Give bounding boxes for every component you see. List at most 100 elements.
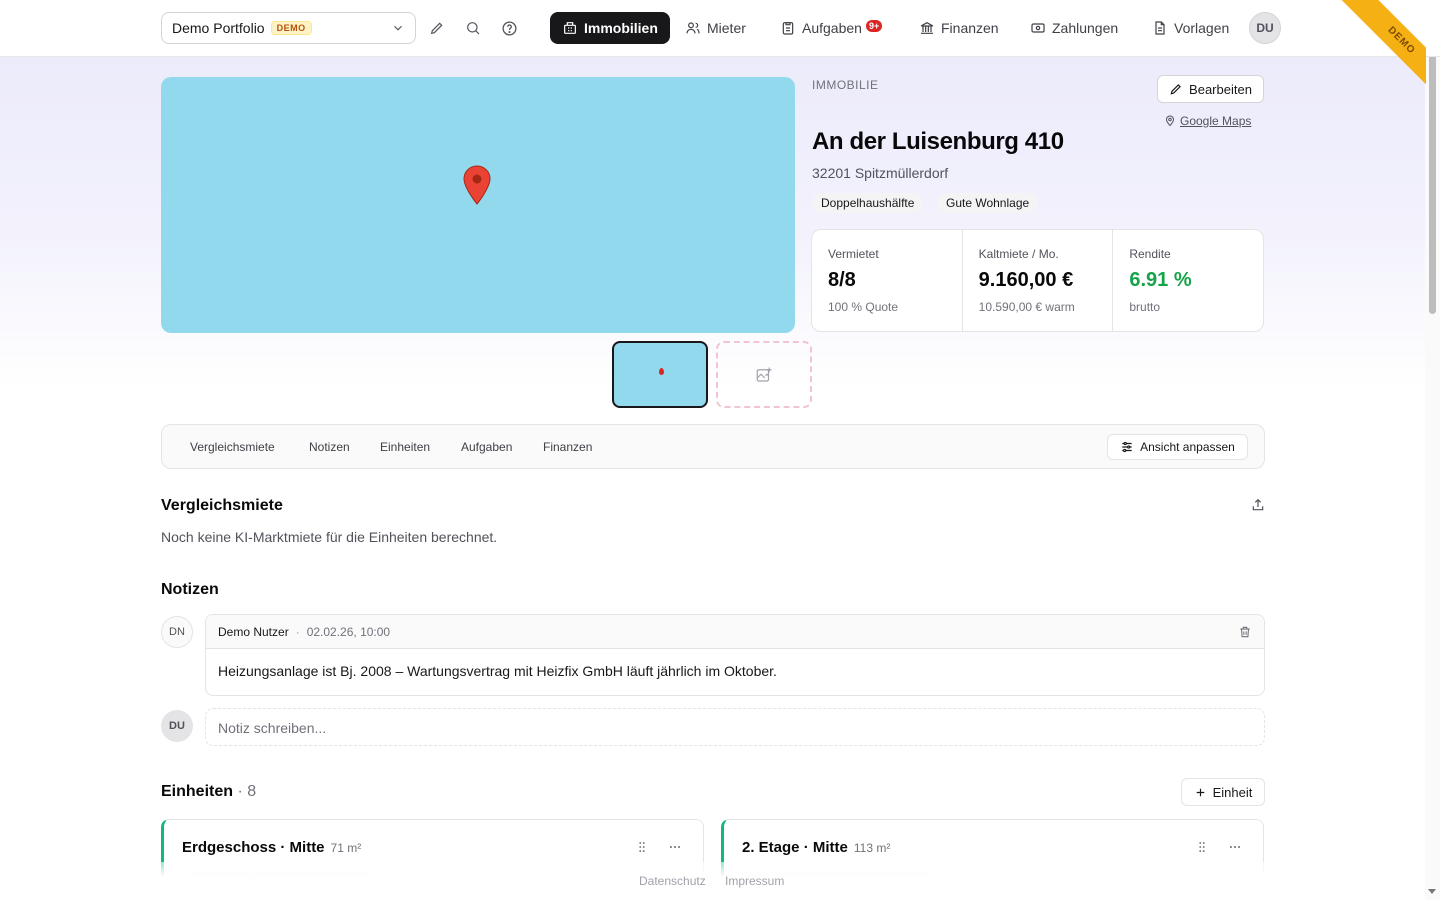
note-author: Demo Nutzer bbox=[218, 624, 289, 639]
edit-property-button[interactable]: Bearbeiten bbox=[1157, 75, 1264, 103]
search-icon[interactable] bbox=[462, 17, 484, 39]
note-header: Demo Nutzer · 02.02.26, 10:00 bbox=[206, 615, 1264, 649]
footer-link-imprint[interactable]: Impressum bbox=[725, 874, 784, 888]
stat-value: 9.160,00 € bbox=[978, 269, 1074, 291]
more-icon[interactable] bbox=[1227, 840, 1243, 854]
scroll-down-arrow-icon[interactable] bbox=[1428, 889, 1436, 894]
nav-label: Zahlungen bbox=[1052, 20, 1119, 36]
building-icon bbox=[564, 22, 576, 34]
unit-actions bbox=[1195, 840, 1243, 854]
unit-name: Erdgeschoss · Mitte bbox=[182, 839, 325, 856]
help-icon[interactable] bbox=[498, 17, 520, 39]
more-icon[interactable] bbox=[667, 840, 683, 854]
drag-handle-icon[interactable] bbox=[635, 840, 649, 854]
property-tag: Doppelhaushälfte bbox=[812, 193, 924, 213]
users-icon bbox=[686, 22, 700, 34]
bank-icon bbox=[920, 21, 934, 34]
google-maps-link[interactable]: Google Maps bbox=[1164, 114, 1251, 128]
section-tab-bar: Vergleichsmiete Notizen Einheiten Aufgab… bbox=[161, 424, 1265, 469]
nav-vorlagen[interactable]: Vorlagen bbox=[1140, 12, 1241, 44]
map-marker-icon bbox=[1165, 115, 1175, 127]
unit-name: 2. Etage · Mitte bbox=[742, 839, 848, 856]
tab-aufgaben[interactable]: Aufgaben bbox=[461, 440, 512, 454]
stat-kaltmiete: Kaltmiete / Mo. 9.160,00 € 10.590,00 € w… bbox=[963, 230, 1114, 331]
stat-sub: brutto bbox=[1129, 300, 1161, 314]
top-navigation-bar: Demo Portfolio DEMO Immobilien Mieter Au… bbox=[0, 0, 1440, 57]
footer-link-privacy[interactable]: Datenschutz bbox=[639, 874, 706, 888]
note-date: 02.02.26, 10:00 bbox=[306, 624, 391, 639]
pencil-icon[interactable] bbox=[426, 17, 448, 39]
current-user-avatar: DU bbox=[161, 710, 193, 742]
file-icon bbox=[1155, 21, 1165, 35]
nav-finanzen[interactable]: Finanzen bbox=[907, 12, 1011, 44]
property-address: 32201 Spitzmüllerdorf bbox=[812, 165, 949, 181]
property-eyebrow: IMMOBILIE bbox=[812, 78, 879, 92]
map-pin-icon bbox=[659, 368, 664, 375]
map-pin-icon bbox=[463, 165, 491, 205]
add-image-button[interactable] bbox=[716, 341, 812, 408]
nav-aufgaben[interactable]: Aufgaben 9+ bbox=[768, 12, 894, 44]
tab-einheiten[interactable]: Einheiten bbox=[380, 440, 430, 454]
note-input[interactable]: Notiz schreiben... bbox=[205, 708, 1265, 746]
google-maps-label: Google Maps bbox=[1180, 114, 1252, 128]
stat-value: 8/8 bbox=[828, 269, 856, 291]
gallery-thumbnail-map[interactable] bbox=[612, 341, 708, 408]
customize-view-label: Ansicht anpassen bbox=[1140, 440, 1235, 454]
note-card: Demo Nutzer · 02.02.26, 10:00 Heizungsan… bbox=[205, 614, 1265, 696]
nav-label: Finanzen bbox=[941, 20, 999, 36]
clipboard-icon bbox=[782, 22, 794, 35]
nav-zahlungen[interactable]: Zahlungen bbox=[1018, 12, 1130, 44]
einheiten-title: Einheiten bbox=[161, 783, 234, 800]
tab-finanzen[interactable]: Finanzen bbox=[543, 440, 592, 454]
stat-label: Kaltmiete / Mo. bbox=[978, 247, 1059, 261]
unit-actions bbox=[635, 840, 683, 854]
stat-value: 6.91 % bbox=[1129, 269, 1192, 291]
demo-ribbon-label: DEMO bbox=[1338, 0, 1426, 104]
scrollbar-thumb[interactable] bbox=[1429, 16, 1436, 314]
image-plus-icon bbox=[756, 367, 772, 382]
nav-label: Immobilien bbox=[584, 20, 658, 36]
tasks-count-badge: 9+ bbox=[865, 20, 883, 32]
unit-title: Erdgeschoss · Mitte 71 m² bbox=[182, 839, 361, 856]
demo-badge: DEMO bbox=[270, 21, 312, 35]
nav-label: Vorlagen bbox=[1174, 20, 1230, 36]
drag-handle-icon[interactable] bbox=[1195, 840, 1209, 854]
page-scrollbar[interactable] bbox=[1425, 0, 1440, 900]
nav-mieter[interactable]: Mieter bbox=[673, 12, 758, 44]
portfolio-selector[interactable]: Demo Portfolio DEMO bbox=[161, 12, 416, 44]
unit-size: 71 m² bbox=[330, 841, 362, 855]
stat-sub: 100 % Quote bbox=[828, 300, 899, 314]
portfolio-name: Demo Portfolio bbox=[172, 20, 265, 36]
trash-icon[interactable] bbox=[1238, 625, 1252, 639]
nav-label: Aufgaben bbox=[802, 20, 862, 36]
banknote-icon bbox=[1031, 23, 1045, 33]
unit-title: 2. Etage · Mitte 113 m² bbox=[742, 839, 890, 856]
tab-vergleichsmiete[interactable]: Vergleichsmiete bbox=[190, 440, 275, 454]
property-stats: Vermietet 8/8 100 % Quote Kaltmiete / Mo… bbox=[811, 229, 1264, 332]
footer-fade bbox=[0, 862, 1425, 900]
user-avatar[interactable]: DU bbox=[1249, 12, 1281, 44]
chevron-down-icon bbox=[391, 21, 405, 35]
einheiten-count: · 8 bbox=[237, 783, 257, 800]
property-tag: Gute Wohnlage bbox=[937, 193, 1039, 213]
note-author-avatar: DN bbox=[161, 616, 193, 648]
pencil-icon bbox=[1170, 84, 1181, 95]
tab-notizen[interactable]: Notizen bbox=[309, 440, 350, 454]
section-title-einheiten: Einheiten · 8 bbox=[161, 783, 256, 801]
add-unit-button[interactable]: Einheit bbox=[1181, 778, 1265, 806]
section-title-notizen: Notizen bbox=[161, 581, 219, 598]
note-text: Heizungsanlage ist Bj. 2008 – Wartungsve… bbox=[218, 663, 777, 679]
property-map[interactable] bbox=[161, 77, 795, 333]
edit-label: Bearbeiten bbox=[1189, 81, 1252, 97]
export-icon[interactable] bbox=[1250, 497, 1266, 518]
section-title-vergleichsmiete: Vergleichsmiete bbox=[161, 497, 283, 514]
customize-view-button[interactable]: Ansicht anpassen bbox=[1107, 434, 1248, 460]
stat-label: Vermietet bbox=[828, 247, 879, 261]
add-unit-label: Einheit bbox=[1212, 784, 1253, 800]
stat-vermietet: Vermietet 8/8 100 % Quote bbox=[812, 230, 963, 331]
vergleichsmiete-empty-text: Noch keine KI-Marktmiete für die Einheit… bbox=[161, 529, 498, 545]
nav-immobilien[interactable]: Immobilien bbox=[550, 12, 670, 44]
plus-icon bbox=[1196, 788, 1204, 796]
stat-sub: 10.590,00 € warm bbox=[978, 300, 1075, 314]
demo-ribbon: DEMO bbox=[1316, 0, 1426, 110]
